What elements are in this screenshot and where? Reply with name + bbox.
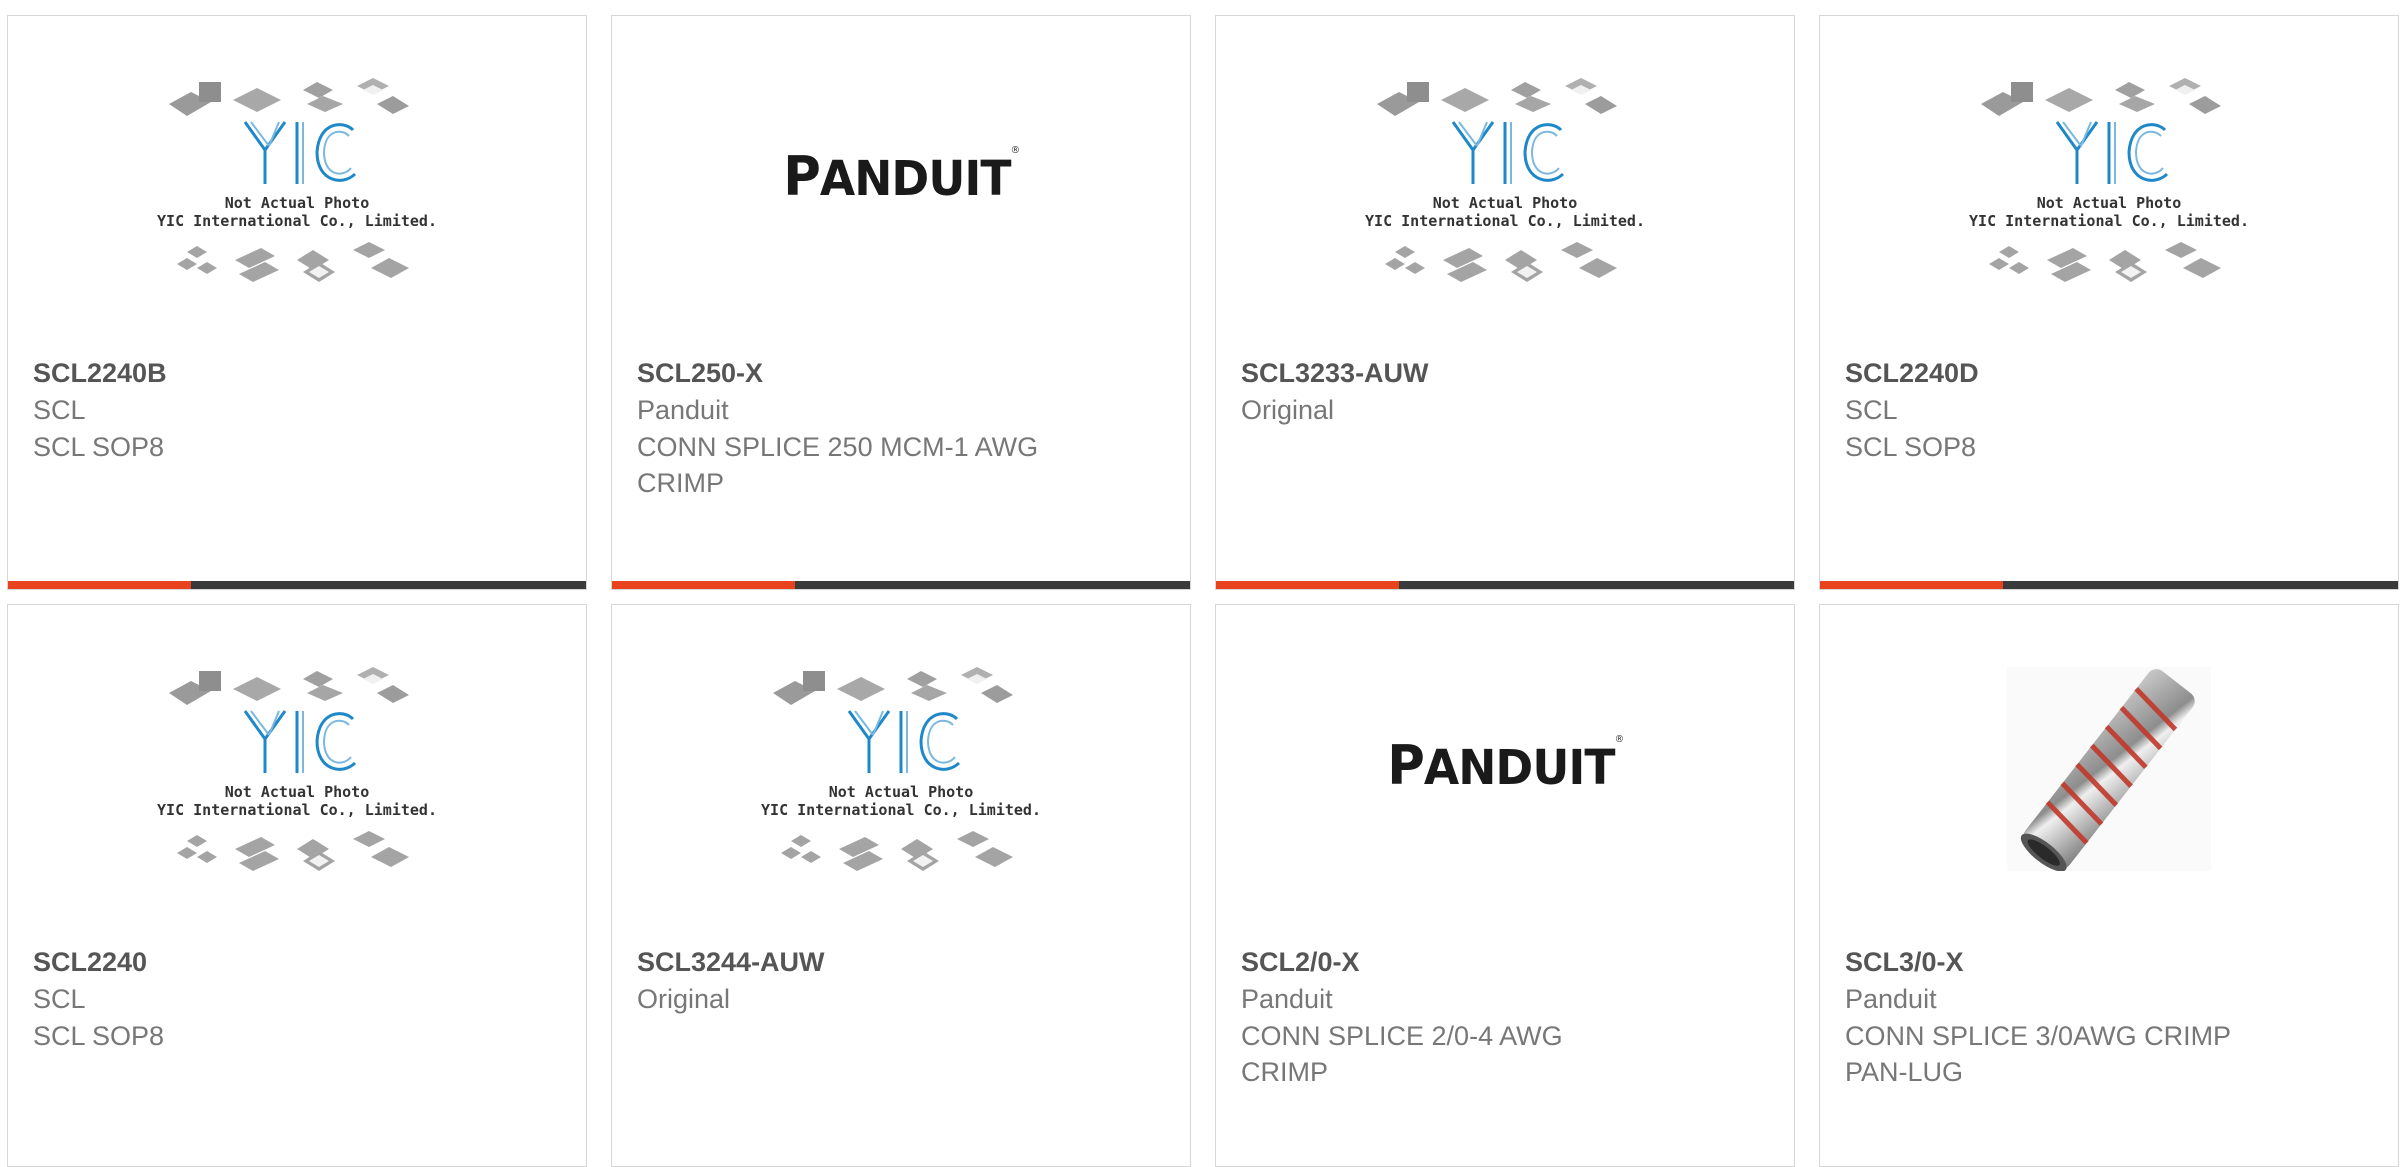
yic-placeholder-image <box>1365 64 1645 304</box>
panduit-logo: PANDUIT® <box>1387 734 1624 797</box>
product-image[interactable] <box>8 16 586 351</box>
description-text: CONN SPLICE 2/0-4 AWG CRIMP <box>1241 1021 1563 1087</box>
product-image[interactable]: PANDUIT® <box>612 16 1190 351</box>
description-text: SCL SOP8 <box>33 1021 165 1051</box>
description-text: CONN SPLICE 250 MCM-1 AWG CRIMP <box>637 432 1039 498</box>
product-card[interactable]: SCL3233-AUW Original <box>1215 15 1795 590</box>
description-text: CONN SPLICE 3/0AWG CRIMP PAN-LUG <box>1845 1021 2232 1087</box>
product-image[interactable] <box>612 605 1190 940</box>
product-image[interactable]: PANDUIT® <box>1216 605 1794 940</box>
manufacturer-text: SCL <box>33 984 86 1014</box>
part-number-link[interactable]: SCL2240D <box>1845 355 2373 392</box>
part-number-link[interactable]: SCL250-X <box>637 355 1165 392</box>
card-bottom-bar <box>1820 581 2398 589</box>
yic-placeholder-image <box>761 653 1041 893</box>
manufacturer-text: Original <box>637 984 731 1014</box>
product-card[interactable]: SCL2240B SCL SCL SOP8 <box>7 15 587 590</box>
part-number-link[interactable]: SCL2/0-X <box>1241 944 1769 981</box>
product-image[interactable] <box>1820 605 2398 940</box>
splice-connector-photo <box>2007 666 2211 871</box>
product-image[interactable] <box>1820 16 2398 351</box>
part-number-link[interactable]: SCL3/0-X <box>1845 944 2373 981</box>
product-card[interactable]: PANDUIT® SCL2/0-X Panduit CONN SPLICE 2/… <box>1215 604 1795 1167</box>
part-number-link[interactable]: SCL2240 <box>33 944 561 981</box>
product-card[interactable]: SCL2240 SCL SCL SOP8 <box>7 604 587 1167</box>
yic-placeholder-image <box>157 64 437 304</box>
manufacturer-text: Panduit <box>1241 984 1333 1014</box>
manufacturer-text: Panduit <box>1845 984 1937 1014</box>
manufacturer-text: SCL <box>1845 395 1898 425</box>
product-image[interactable] <box>8 605 586 940</box>
part-number-link[interactable]: SCL3244-AUW <box>637 944 1165 981</box>
description-text: SCL SOP8 <box>1845 432 1977 462</box>
part-number-link[interactable]: SCL2240B <box>33 355 561 392</box>
manufacturer-text: Panduit <box>637 395 729 425</box>
product-grid: SCL2240B SCL SCL SOP8 PANDUIT® SCL250-X … <box>0 0 2400 1167</box>
description-text: SCL SOP8 <box>33 432 165 462</box>
product-card[interactable]: SCL2240D SCL SCL SOP8 <box>1819 15 2399 590</box>
yic-placeholder-image <box>157 653 437 893</box>
manufacturer-text: SCL <box>33 395 86 425</box>
product-card[interactable]: SCL3/0-X Panduit CONN SPLICE 3/0AWG CRIM… <box>1819 604 2399 1167</box>
product-card[interactable]: SCL3244-AUW Original <box>611 604 1191 1167</box>
card-bottom-bar <box>8 581 586 589</box>
yic-placeholder-image <box>1969 64 2249 304</box>
product-image[interactable] <box>1216 16 1794 351</box>
card-bottom-bar <box>1216 581 1794 589</box>
panduit-logo: PANDUIT® <box>783 145 1020 208</box>
card-bottom-bar <box>612 581 1190 589</box>
part-number-link[interactable]: SCL3233-AUW <box>1241 355 1769 392</box>
manufacturer-text: Original <box>1241 395 1335 425</box>
product-card[interactable]: PANDUIT® SCL250-X Panduit CONN SPLICE 25… <box>611 15 1191 590</box>
